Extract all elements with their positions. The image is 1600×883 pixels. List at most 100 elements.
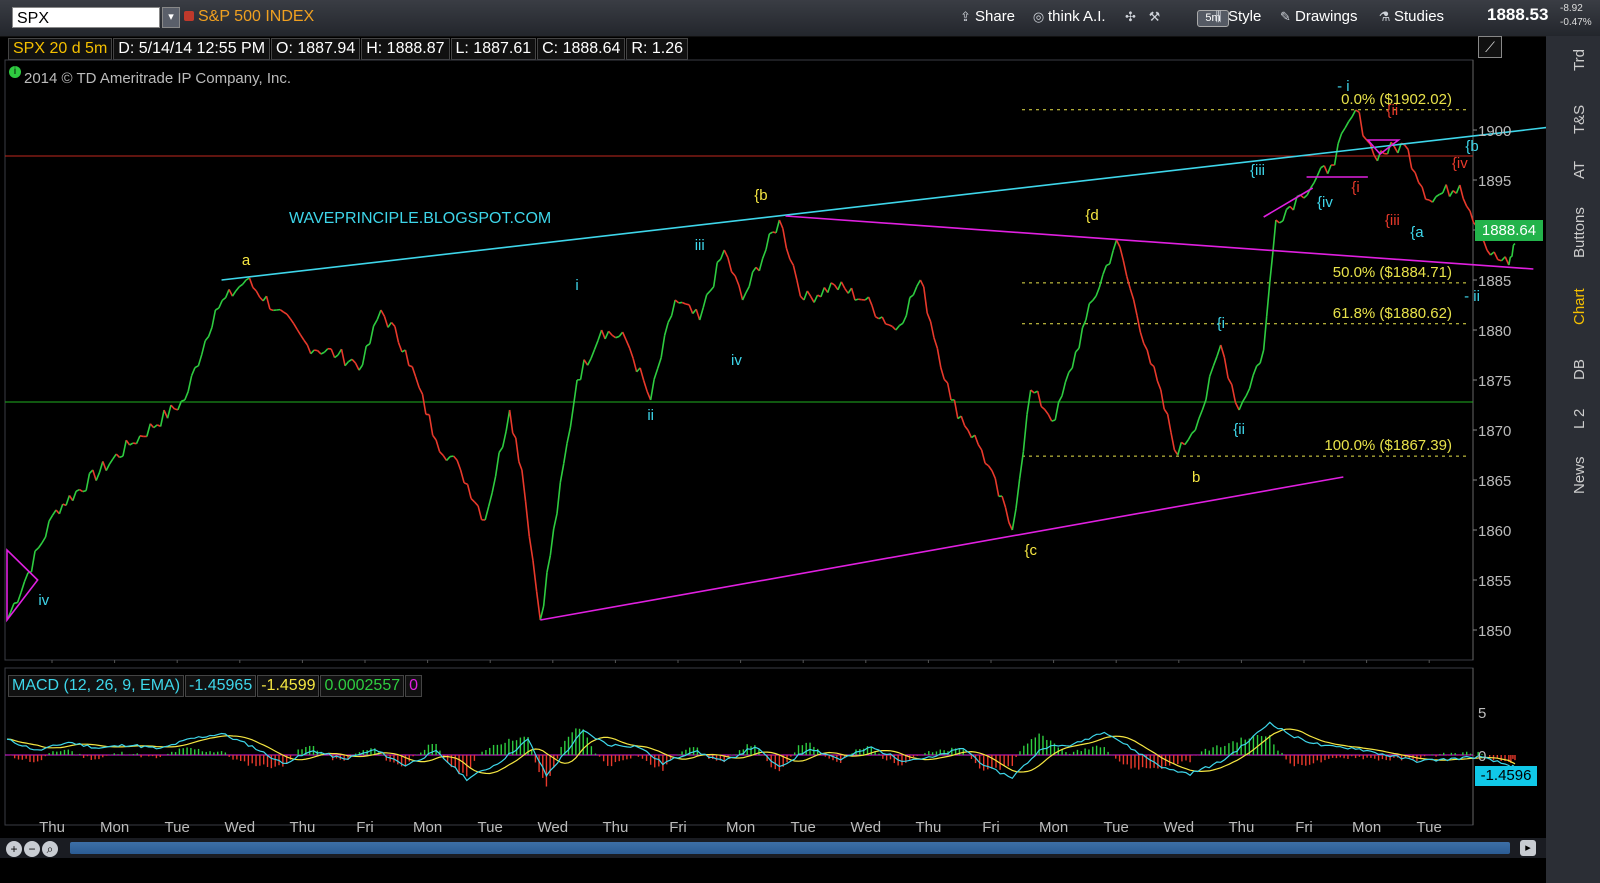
price-segment — [867, 296, 873, 306]
price-segment — [758, 258, 764, 272]
price-segment — [252, 286, 257, 292]
price-tick-label-8: 1860 — [1478, 523, 1511, 540]
tab-db[interactable]: DB — [1571, 355, 1595, 385]
tab-news[interactable]: News — [1571, 450, 1595, 500]
price-segment — [238, 283, 244, 288]
price-segment — [709, 286, 715, 292]
price-segment — [1205, 376, 1211, 400]
tab-at[interactable]: AT — [1571, 155, 1595, 185]
price-segment — [194, 365, 199, 369]
time-tick-label-0: Thu — [39, 819, 65, 836]
price-segment — [727, 257, 733, 272]
price-segment — [919, 279, 925, 288]
time-tick-label-13: Wed — [851, 819, 882, 836]
price-tick-label-3: 1885 — [1478, 273, 1511, 290]
price-segment — [1326, 164, 1332, 174]
price-segment — [235, 286, 240, 292]
price-segment — [670, 299, 676, 316]
price-segment — [604, 330, 610, 340]
price-segment — [518, 461, 523, 471]
time-tick-label-21: Mon — [1352, 819, 1381, 836]
price-segment — [881, 316, 887, 325]
price-segment — [695, 309, 701, 321]
price-segment — [844, 287, 849, 294]
tab-level-2[interactable]: L 2 — [1571, 402, 1595, 436]
price-segment — [1201, 399, 1207, 411]
price-segment — [820, 287, 826, 298]
wave-label-13: {iii — [1250, 162, 1265, 179]
price-segment — [1455, 184, 1461, 194]
price-segment — [789, 258, 795, 266]
price-segment — [1129, 288, 1135, 300]
wave-label-16: {ii — [1387, 102, 1399, 119]
price-segment — [685, 303, 690, 306]
magnifier-icon[interactable]: ⌕ — [42, 841, 58, 857]
price-segment — [330, 348, 336, 358]
price-segment — [37, 542, 43, 549]
price-segment — [895, 325, 900, 331]
price-segment — [30, 550, 36, 572]
tab-time-and-sales[interactable]: T&S — [1571, 96, 1595, 142]
time-scrollbar[interactable] — [70, 842, 1510, 854]
macd-study-title[interactable]: MACD (12, 26, 9, EMA) — [8, 675, 185, 697]
price-segment — [586, 357, 592, 366]
price-segment — [1459, 184, 1464, 199]
price-segment — [197, 354, 203, 367]
wave-label-0: WAVEPRINCIPLE.BLOGSPOT.COM — [289, 210, 551, 227]
tab-chart[interactable]: Chart — [1571, 282, 1595, 332]
wave-label-18: {iii — [1385, 212, 1400, 229]
price-segment — [1256, 362, 1261, 367]
price-segment — [556, 482, 562, 514]
price-tick-label-7: 1865 — [1478, 473, 1511, 490]
price-segment — [902, 315, 908, 324]
price-segment — [898, 322, 904, 327]
price-tick-label-10: 1850 — [1478, 623, 1511, 640]
price-segment — [653, 368, 659, 380]
price-segment — [1068, 367, 1073, 373]
price-segment — [1230, 384, 1237, 403]
tab-buttons[interactable]: Buttons — [1571, 198, 1595, 268]
price-segment — [224, 289, 230, 298]
price-segment — [905, 297, 911, 316]
tab-trd[interactable]: Trd — [1571, 40, 1595, 80]
price-segment — [929, 321, 935, 338]
price-segment — [1268, 252, 1274, 283]
scroll-right-icon[interactable]: ▸ — [1520, 840, 1536, 856]
price-segment — [1115, 239, 1121, 248]
price-segment — [95, 472, 101, 481]
price-segment — [967, 429, 973, 438]
price-segment — [149, 423, 155, 429]
zoom-in-icon[interactable]: + — [6, 841, 22, 857]
price-segment — [286, 313, 291, 320]
time-tick-label-4: Thu — [289, 819, 315, 836]
wave-label-7: i — [575, 277, 578, 294]
price-segment — [314, 349, 318, 352]
price-segment — [303, 339, 309, 346]
price-segment — [102, 461, 107, 471]
price-segment — [317, 350, 322, 355]
price-tick-label-4: 1880 — [1478, 323, 1511, 340]
price-segment — [940, 367, 945, 380]
price-segment — [1418, 181, 1423, 188]
zoom-out-icon[interactable]: − — [24, 841, 40, 857]
macd-line — [6, 721, 1516, 782]
price-segment — [459, 469, 465, 484]
price-segment — [1265, 282, 1271, 317]
price-tick-label-6: 1870 — [1478, 423, 1511, 440]
price-segment — [1194, 418, 1200, 431]
price-segment — [1407, 149, 1413, 169]
price-segment — [1018, 451, 1025, 479]
price-segment — [439, 451, 444, 456]
trend-line-magenta-lower — [540, 476, 1344, 621]
price-segment — [579, 359, 585, 380]
price-segment — [279, 308, 284, 313]
price-change: -8.92 — [1560, 3, 1583, 14]
price-segment — [926, 312, 932, 322]
price-segment — [231, 290, 237, 297]
price-segment — [572, 379, 578, 405]
price-segment — [1085, 303, 1091, 321]
price-segment — [146, 423, 152, 437]
price-segment — [184, 391, 189, 401]
chart-canvas[interactable]: 0.0% ($1902.02)50.0% ($1884.71)61.8% ($1… — [0, 0, 1546, 838]
wave-label-21: {b — [1465, 138, 1478, 155]
